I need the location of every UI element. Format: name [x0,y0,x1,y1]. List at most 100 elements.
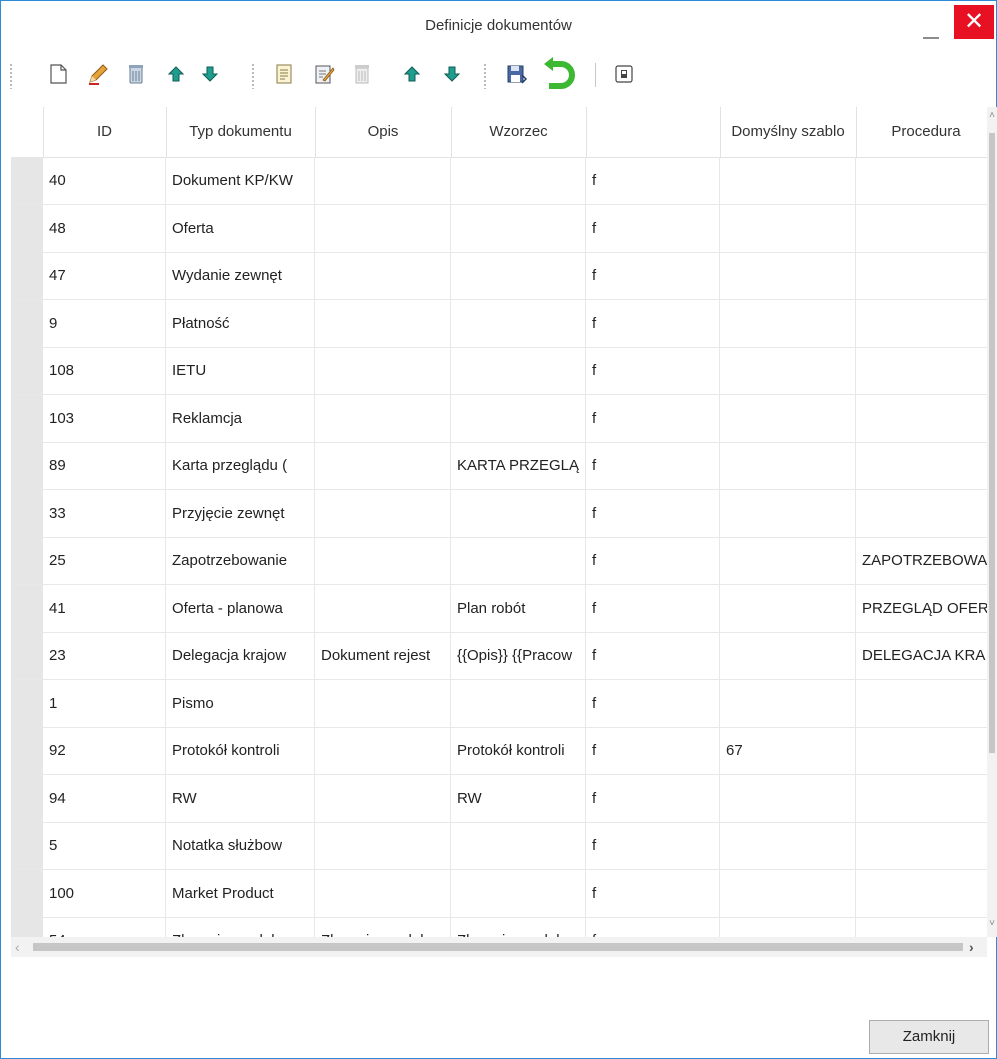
cell-id[interactable]: 108 [43,347,166,394]
cell-id[interactable]: 25 [43,537,166,584]
column-header-id[interactable]: ID [43,107,167,157]
cell-type[interactable]: Karta przeglądu ( [166,442,315,489]
template-icon[interactable] [273,63,295,85]
row-header[interactable] [11,299,43,347]
cell-procedure[interactable]: ZAPOTRZEBOWA [856,537,987,584]
table-row[interactable]: 23 Delegacja krajow Dokument rejest {{Opis}… [11,632,987,680]
cell-default-template[interactable] [720,632,856,679]
toolbar-grip[interactable] [483,63,487,89]
cell-flag[interactable]: f [586,204,720,252]
cell-id[interactable]: 100 [43,869,166,917]
cell-procedure[interactable] [856,727,987,774]
cell-pattern[interactable]: KARTA PRZEGLĄ [451,442,586,489]
cell-type[interactable]: IETU [166,347,315,394]
scroll-down-icon[interactable]: ˅ [987,919,997,929]
cell-type[interactable]: Market Product [166,869,315,917]
cell-pattern[interactable]: {{Opis}} {{Pracow [451,632,586,679]
cell-id[interactable]: 1 [43,679,166,727]
table-row[interactable]: 94 RW RW f [11,774,987,823]
cell-procedure[interactable] [856,775,987,822]
vertical-scrollbar[interactable]: ˄ ˅ [987,107,997,937]
cell-description[interactable] [315,869,451,917]
cell-id[interactable]: 94 [43,774,166,822]
cell-default-template[interactable] [720,299,856,347]
table-row[interactable]: 25 Zapotrzebowanie f ZAPOTRZEBOWA [11,537,987,585]
cell-description[interactable] [315,822,451,869]
cell-default-template[interactable] [720,537,856,584]
move-up-icon[interactable] [401,63,423,85]
cell-pattern[interactable]: Plan robót [451,584,586,632]
cell-description[interactable]: Dokument rejest [315,632,451,679]
cell-flag[interactable]: f [586,299,720,347]
cell-description[interactable] [315,774,451,822]
cell-description[interactable] [315,394,451,442]
cell-pattern[interactable]: RW [451,774,586,822]
column-header-procedure[interactable]: Procedura [856,107,987,157]
table-row[interactable]: 1 Pismo f [11,679,987,728]
table-row[interactable]: 5 Notatka służbow f [11,822,987,870]
row-header[interactable] [11,869,43,917]
cell-description[interactable] [315,299,451,347]
cell-description[interactable] [315,347,451,394]
cell-pattern[interactable] [451,299,586,347]
move-down-icon[interactable] [441,63,463,85]
cell-flag[interactable]: f [586,632,720,679]
options-icon[interactable] [613,63,635,85]
row-header[interactable] [11,632,43,679]
cell-pattern[interactable] [451,489,586,537]
row-header[interactable] [11,347,43,394]
cell-default-template[interactable] [720,157,856,204]
cell-type[interactable]: Dokument KP/KW [166,157,315,204]
cell-pattern[interactable] [451,679,586,727]
cell-type[interactable]: Płatność [166,299,315,347]
horizontal-scroll-thumb[interactable] [33,943,963,951]
cell-pattern[interactable] [451,869,586,917]
cell-flag[interactable]: f [586,727,720,774]
cell-id[interactable]: 5 [43,822,166,869]
cell-description[interactable] [315,442,451,489]
minimize-button[interactable] [909,7,953,45]
cell-default-template[interactable] [720,822,856,869]
move-down-icon[interactable] [199,63,221,85]
cell-id[interactable]: 33 [43,489,166,537]
cell-flag[interactable]: f [586,252,720,299]
scroll-right-icon[interactable]: › [969,939,983,955]
table-row[interactable]: 89 Karta przeglądu (KARTA PRZEGLĄ f [11,442,987,490]
scroll-left-icon[interactable]: ‹ [15,939,29,955]
delete-template-icon[interactable] [351,63,373,85]
cell-procedure[interactable] [856,157,987,204]
scroll-up-icon[interactable]: ˄ [987,111,997,121]
table-row[interactable]: 33 Przyjęcie zewnęt f [11,489,987,538]
cell-default-template[interactable] [720,917,856,937]
cell-procedure[interactable] [856,917,987,937]
cell-description[interactable]: Zlecenie produk [315,917,451,937]
row-header[interactable] [11,252,43,299]
cell-type[interactable]: Przyjęcie zewnęt [166,489,315,537]
row-header[interactable] [11,917,43,937]
cell-type[interactable]: Protokół kontroli [166,727,315,774]
cell-flag[interactable]: f [586,774,720,822]
horizontal-scrollbar[interactable]: ‹ › [11,937,987,957]
move-up-icon[interactable] [165,63,187,85]
cell-procedure[interactable] [856,870,987,917]
cell-pattern[interactable]: Protokół kontroli [451,727,586,774]
cell-pattern[interactable]: Zlecenie produk [451,917,586,937]
cell-pattern[interactable] [451,347,586,394]
row-header[interactable] [11,822,43,869]
cell-default-template[interactable] [720,252,856,299]
cell-type[interactable]: Zapotrzebowanie [166,537,315,584]
cell-type[interactable]: Delegacja krajow [166,632,315,679]
cell-default-template[interactable] [720,394,856,442]
cell-pattern[interactable] [451,204,586,252]
cell-flag[interactable]: f [586,489,720,537]
table-row[interactable]: 47 Wydanie zewnęt f [11,252,987,300]
cell-flag[interactable]: f [586,679,720,727]
cell-description[interactable] [315,584,451,632]
cell-description[interactable] [315,679,451,727]
new-document-icon[interactable] [47,63,69,85]
cell-default-template[interactable] [720,679,856,727]
cell-type[interactable]: Oferta [166,204,315,252]
close-button[interactable]: Zamknij [869,1020,989,1054]
cell-procedure[interactable] [856,300,987,347]
row-header[interactable] [11,204,43,252]
